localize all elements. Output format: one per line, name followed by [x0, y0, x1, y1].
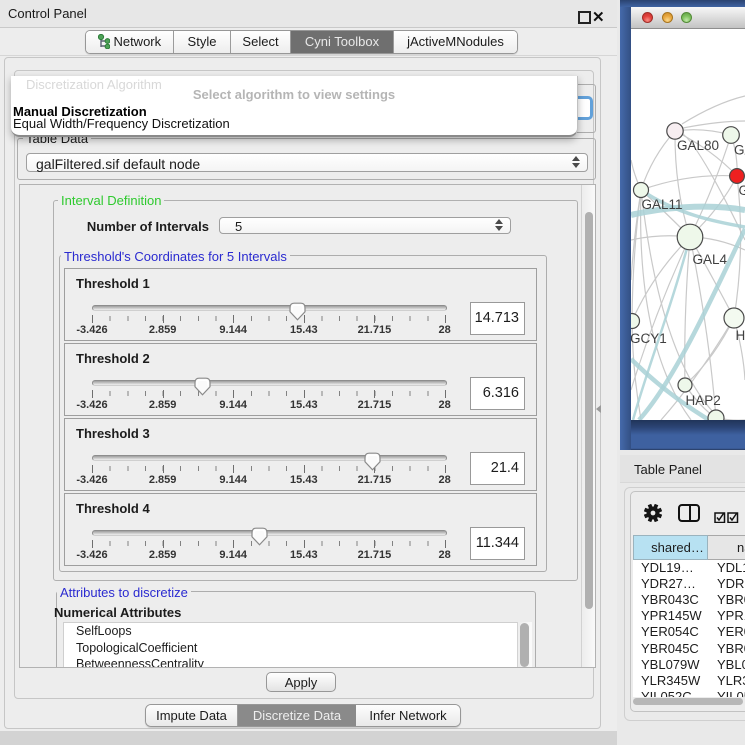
svg-text:GAL11: GAL11 [642, 197, 683, 212]
svg-text:GAL80: GAL80 [677, 138, 719, 153]
svg-text:GA: GA [739, 183, 745, 198]
svg-text:HAP2: HAP2 [686, 393, 721, 408]
svg-text:GCY1: GCY1 [631, 331, 667, 346]
svg-text:GAL: GAL [734, 143, 745, 158]
svg-text:GAL4: GAL4 [693, 252, 728, 267]
svg-text:HIS: HIS [736, 328, 745, 343]
